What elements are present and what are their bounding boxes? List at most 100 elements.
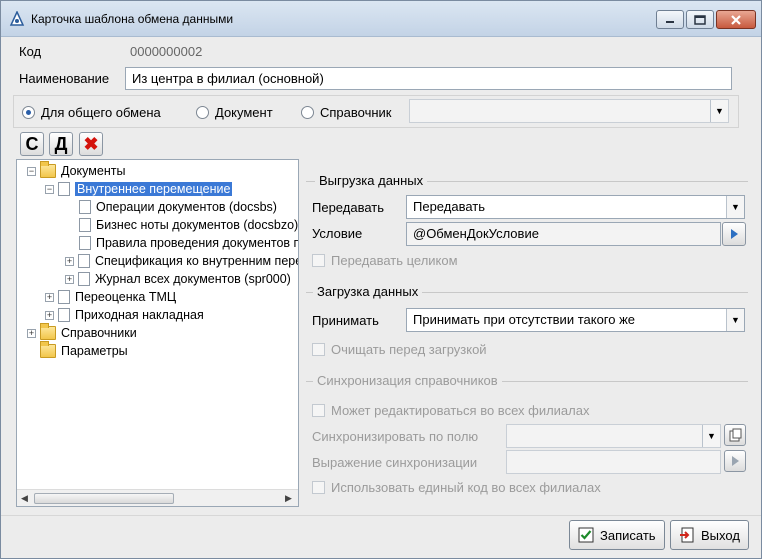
sync-field-select[interactable]: ▼ <box>506 424 721 448</box>
transfer-select-value: Передавать <box>413 199 485 214</box>
checkbox-label: Может редактироваться во всех филиалах <box>331 403 590 418</box>
name-input-value: Из центра в филиал (основной) <box>132 71 324 86</box>
checkbox-box <box>312 404 325 417</box>
title-bar: Карточка шаблона обмена данными <box>1 1 761 37</box>
add-d-button[interactable]: Д <box>49 132 73 156</box>
add-d-label: Д <box>54 133 68 154</box>
sync-expr-input[interactable] <box>506 450 721 474</box>
tree-horizontal-scrollbar[interactable]: ◀ ▶ <box>17 489 298 506</box>
expand-icon[interactable]: + <box>45 310 54 320</box>
tree-node-notes[interactable]: Бизнес ноты документов (docsbzo) <box>79 216 298 234</box>
radio-general-exchange-dot <box>22 106 35 119</box>
tree-node-spec[interactable]: + Спецификация ко внутренним пере <box>65 252 299 270</box>
checkbox-label: Передавать целиком <box>331 253 458 268</box>
sync-field-browse-button[interactable] <box>724 424 746 446</box>
checkbox-label: Очищать перед загрузкой <box>331 342 487 357</box>
delete-button[interactable]: ✖ <box>79 132 103 156</box>
tree-node-journal[interactable]: + Журнал всех документов (spr000) <box>65 270 291 288</box>
add-c-button[interactable]: С <box>20 132 44 156</box>
radio-document[interactable]: Документ <box>196 105 273 120</box>
minimize-icon <box>666 20 674 23</box>
tree-node-documents[interactable]: − Документы <box>27 161 125 180</box>
sync-section-title: Синхронизация справочников <box>313 373 502 388</box>
chevron-down-icon: ▼ <box>702 425 720 447</box>
condition-label: Условие <box>312 226 363 241</box>
document-icon <box>78 272 90 286</box>
exit-icon <box>680 527 694 543</box>
tree-node-references[interactable]: + Справочники <box>27 323 137 342</box>
sync-field-label: Синхронизировать по полю <box>312 429 479 444</box>
tree-node-params[interactable]: Параметры <box>40 341 128 360</box>
tree-node-label: Правила проведения документов п <box>96 236 299 250</box>
radio-general-exchange[interactable]: Для общего обмена <box>22 105 161 120</box>
tree-node-label: Справочники <box>61 326 137 340</box>
clear-before-load-checkbox[interactable]: Очищать перед загрузкой <box>312 342 487 357</box>
transfer-select[interactable]: Передавать ▼ <box>406 195 745 219</box>
scroll-left-icon[interactable]: ◀ <box>21 493 28 504</box>
name-input[interactable]: Из центра в филиал (основной) <box>125 67 732 90</box>
code-value: 0000000002 <box>130 44 203 59</box>
chevron-down-icon: ▼ <box>710 100 728 122</box>
condition-input-value: @ОбменДокУсловие <box>413 226 539 241</box>
transfer-label: Передавать <box>312 200 384 215</box>
document-icon <box>58 290 70 304</box>
sync-expr-arrow-button[interactable] <box>724 450 746 472</box>
condition-arrow-button[interactable] <box>722 222 746 246</box>
tree-node-rules[interactable]: Правила проведения документов п <box>79 234 299 252</box>
code-label: Код <box>19 44 42 59</box>
tree-node-label: Внутреннее перемещение <box>75 182 233 196</box>
save-label: Записать <box>600 527 656 543</box>
folder-icon <box>40 161 56 178</box>
transfer-whole-checkbox[interactable]: Передавать целиком <box>312 253 458 268</box>
template-tree[interactable]: − Документы − Внутреннее перемещение Опе… <box>16 159 299 507</box>
folder-icon <box>40 341 56 358</box>
document-icon <box>58 308 70 322</box>
expand-icon[interactable]: + <box>27 328 36 338</box>
delete-icon: ✖ <box>83 133 99 154</box>
tree-node-revaluation[interactable]: + Переоценка ТМЦ <box>45 288 176 306</box>
tree-node-internal-move[interactable]: − Внутреннее перемещение <box>45 180 233 198</box>
tree-node-label: Спецификация ко внутренним пере <box>95 254 299 268</box>
maximize-button[interactable] <box>686 10 714 29</box>
scroll-thumb[interactable] <box>34 493 174 504</box>
accept-select[interactable]: Принимать при отсутствии такого же ▼ <box>406 308 745 332</box>
app-icon <box>9 11 25 26</box>
tree-node-label: Приходная накладная <box>75 308 204 322</box>
collapse-icon[interactable]: − <box>27 166 36 176</box>
editable-all-branches-checkbox[interactable]: Может редактироваться во всех филиалах <box>312 403 589 418</box>
close-button[interactable] <box>716 10 756 29</box>
document-icon <box>79 200 91 214</box>
save-button[interactable]: Записать <box>569 520 665 550</box>
radio-reference[interactable]: Справочник <box>301 105 392 120</box>
checkbox-label: Использовать единый код во всех филиалах <box>331 480 601 495</box>
tree-node-label: Переоценка ТМЦ <box>75 290 177 304</box>
tree-node-ops[interactable]: Операции документов (docsbs) <box>79 198 277 216</box>
document-icon <box>79 218 91 232</box>
accept-label: Принимать <box>312 313 379 328</box>
browse-icon <box>729 428 742 442</box>
tree-node-label: Параметры <box>61 344 128 358</box>
download-section-title: Загрузка данных <box>313 284 423 299</box>
checkbox-box <box>312 254 325 267</box>
accept-select-value: Принимать при отсутствии такого же <box>413 312 636 327</box>
name-label: Наименование <box>19 71 110 86</box>
tree-node-incoming[interactable]: + Приходная накладная <box>45 306 204 324</box>
minimize-button[interactable] <box>656 10 684 29</box>
single-code-checkbox[interactable]: Использовать единый код во всех филиалах <box>312 480 601 495</box>
maximize-icon <box>694 14 706 25</box>
tree-node-label: Бизнес ноты документов (docsbzo) <box>96 218 299 232</box>
expand-icon[interactable]: + <box>45 292 54 302</box>
reference-select[interactable]: ▼ <box>409 99 729 123</box>
checkbox-box <box>312 481 325 494</box>
exit-button[interactable]: Выход <box>670 520 749 550</box>
scroll-right-icon[interactable]: ▶ <box>285 493 292 504</box>
expand-icon[interactable]: + <box>65 274 74 284</box>
document-icon <box>78 254 90 268</box>
sync-expr-label: Выражение синхронизации <box>312 455 478 470</box>
checkbox-box <box>312 343 325 356</box>
exchange-type-group: Для общего обмена Документ Справочник ▼ <box>13 95 739 128</box>
collapse-icon[interactable]: − <box>45 184 54 194</box>
radio-general-exchange-label: Для общего обмена <box>41 105 161 120</box>
condition-input[interactable]: @ОбменДокУсловие <box>406 222 721 246</box>
expand-icon[interactable]: + <box>65 256 74 266</box>
